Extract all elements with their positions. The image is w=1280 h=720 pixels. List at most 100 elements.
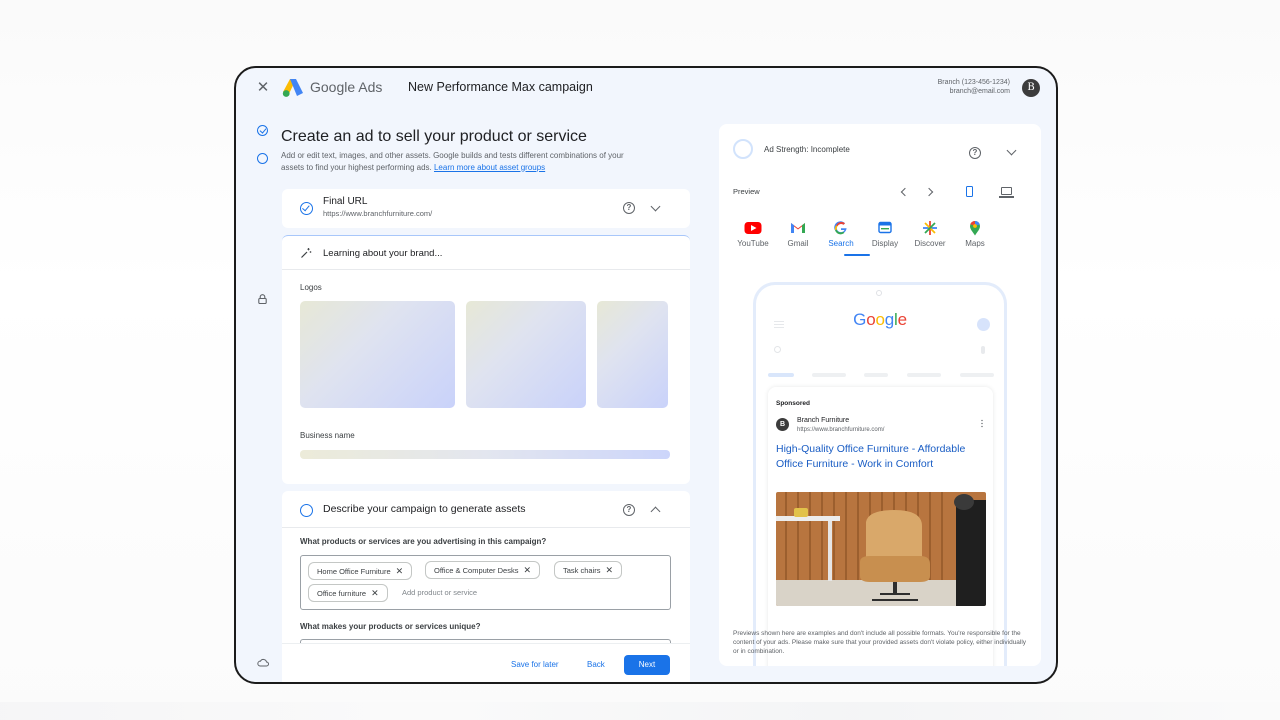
phone-tab <box>768 373 794 377</box>
product-chip[interactable]: Office & Computer Desks ✕ <box>425 561 541 579</box>
avatar[interactable]: B <box>1022 79 1040 97</box>
format-label: Discover <box>914 239 946 248</box>
brand-name: Google Ads <box>310 79 383 95</box>
chevron-down-icon[interactable] <box>1006 145 1017 156</box>
search-icon <box>774 346 781 353</box>
learning-header: Learning about your brand... <box>282 236 690 270</box>
active-tab-indicator <box>844 254 870 256</box>
chevron-up-icon[interactable] <box>650 506 661 517</box>
advertiser-url: https://www.branchfurniture.com/ <box>797 427 885 433</box>
format-label: Maps <box>965 239 985 248</box>
logo-placeholder <box>466 301 586 408</box>
chip-label: Task chairs <box>563 566 601 575</box>
google-ads-logo-icon <box>282 79 303 97</box>
google-logo: Google <box>853 310 907 329</box>
next-button[interactable]: Next <box>624 655 670 675</box>
remove-chip-icon[interactable]: ✕ <box>371 588 379 598</box>
display-icon <box>878 221 892 234</box>
brand-learning-card: Learning about your brand... Logos Busin… <box>282 235 690 484</box>
google-g-icon <box>834 221 847 235</box>
final-url-label: Final URL <box>323 196 368 207</box>
business-name-label: Business name <box>300 431 355 440</box>
format-label: YouTube <box>737 239 769 248</box>
chip-label: Home Office Furniture <box>317 567 391 576</box>
logo-placeholder <box>597 301 668 408</box>
products-chip-input[interactable]: Home Office Furniture ✕ Office & Computer… <box>300 555 671 610</box>
describe-title: Describe your campaign to generate asset… <box>323 503 526 515</box>
format-youtube[interactable]: YouTube <box>731 220 775 248</box>
page-description: Add or edit text, images, and other asse… <box>281 150 646 173</box>
ad-product-image <box>776 492 986 606</box>
final-url-card[interactable]: Final URL https://www.branchfurniture.co… <box>282 189 690 228</box>
phone-tab <box>864 373 888 377</box>
back-button[interactable]: Back <box>587 660 605 669</box>
footer-actions: Save for later Back Next <box>282 643 690 682</box>
save-for-later-button[interactable]: Save for later <box>511 660 559 669</box>
product-chip[interactable]: Home Office Furniture ✕ <box>308 562 413 580</box>
device-frame: ✕ Google Ads New Performance Max campaig… <box>234 66 1058 684</box>
format-gmail[interactable]: Gmail <box>776 220 820 248</box>
preview-label: Preview <box>733 187 760 196</box>
magic-wand-icon <box>301 248 312 258</box>
step-current-icon[interactable] <box>257 153 268 164</box>
incomplete-circle-icon <box>300 504 313 517</box>
campaign-title: New Performance Max campaign <box>408 80 593 94</box>
phone-preview: Google Sponsored B Branch Furniture http… <box>753 282 1007 666</box>
chevron-down-icon[interactable] <box>650 201 661 212</box>
ad-headline: High-Quality Office Furniture - Affordab… <box>776 443 966 470</box>
format-discover[interactable]: Discover <box>908 220 952 248</box>
discover-icon <box>923 221 937 235</box>
account-id: Branch (123-456-1234) <box>937 79 1010 86</box>
remove-chip-icon[interactable]: ✕ <box>396 566 404 576</box>
format-search[interactable]: Search <box>819 220 863 248</box>
phone-tab <box>907 373 941 377</box>
remove-chip-icon[interactable]: ✕ <box>523 565 531 575</box>
help-icon[interactable]: ? <box>623 202 635 214</box>
format-display[interactable]: Display <box>863 220 907 248</box>
mic-icon <box>981 346 985 354</box>
phone-avatar <box>977 318 990 331</box>
search-ad-card: Sponsored B Branch Furniture https://www… <box>768 387 993 666</box>
phone-search-bar <box>768 341 992 361</box>
phone-tab <box>812 373 846 377</box>
top-bar: ✕ Google Ads New Performance Max campaig… <box>236 68 1056 108</box>
unique-question: What makes your products or services uni… <box>300 622 481 631</box>
format-label: Search <box>828 239 854 248</box>
close-icon[interactable]: ✕ <box>256 80 270 95</box>
add-product-input[interactable]: Add product or service <box>402 588 477 597</box>
advertiser-logo: B <box>776 418 789 431</box>
advertiser-name: Branch Furniture <box>797 417 850 424</box>
product-chip[interactable]: Task chairs ✕ <box>554 561 623 579</box>
help-icon[interactable]: ? <box>969 147 981 159</box>
learn-more-link[interactable]: Learn more about asset groups <box>434 163 545 172</box>
chip-label: Office furniture <box>317 589 367 598</box>
cloud-save-icon <box>257 658 269 667</box>
preview-panel: Ad Strength: Incomplete ? Preview YouTub… <box>719 124 1041 666</box>
gmail-icon <box>791 223 805 233</box>
sponsored-label: Sponsored <box>776 400 810 407</box>
lock-icon <box>258 294 267 304</box>
chip-label: Office & Computer Desks <box>434 566 519 575</box>
business-name-loading-bar <box>300 450 670 459</box>
next-arrow-icon[interactable] <box>924 187 934 197</box>
logos-label: Logos <box>300 283 322 292</box>
product-chip[interactable]: Office furniture ✕ <box>308 584 388 602</box>
desktop-view-icon[interactable] <box>999 187 1014 198</box>
format-label: Display <box>871 239 899 248</box>
previous-arrow-icon[interactable] <box>900 187 910 197</box>
format-label: Gmail <box>787 239 809 248</box>
format-maps[interactable]: Maps <box>953 220 997 248</box>
remove-chip-icon[interactable]: ✕ <box>606 565 614 575</box>
phone-camera <box>876 290 882 296</box>
learning-label: Learning about your brand... <box>323 248 443 259</box>
step-complete-icon[interactable] <box>257 125 268 136</box>
mobile-view-icon[interactable] <box>966 186 973 197</box>
bottom-blur <box>0 702 1280 720</box>
divider <box>282 527 690 528</box>
more-options-icon <box>981 419 983 428</box>
youtube-icon <box>744 222 762 234</box>
preview-disclaimer: Previews shown here are examples and don… <box>733 630 1027 655</box>
help-icon[interactable]: ? <box>623 504 635 516</box>
account-email: branch@email.com <box>949 88 1010 95</box>
account-info[interactable]: Branch (123-456-1234) branch@email.com <box>938 78 1010 96</box>
